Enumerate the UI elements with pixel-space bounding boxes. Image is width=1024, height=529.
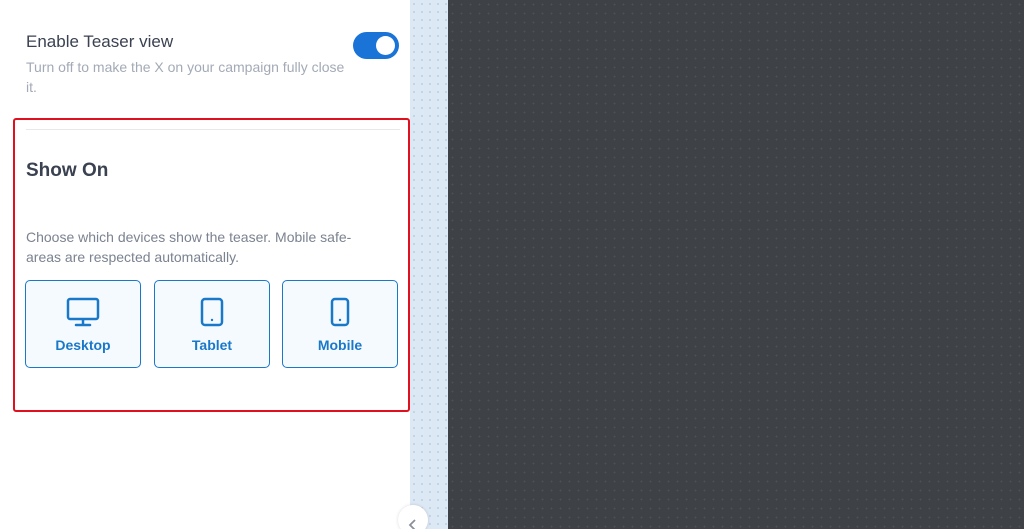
show-on-title: Show On (26, 160, 109, 181)
section-divider (26, 129, 400, 130)
teaser-view-description: Turn off to make the X on your campaign … (26, 59, 345, 95)
tablet-icon (155, 295, 269, 329)
collapse-panel-button[interactable] (398, 505, 428, 529)
teaser-view-toggle[interactable] (353, 32, 399, 59)
chevron-left-icon (408, 519, 416, 529)
toggle-knob (376, 36, 395, 55)
show-on-description: Choose which devices show the teaser. Mo… (26, 229, 352, 265)
mobile-icon (283, 295, 397, 329)
desktop-icon (26, 295, 140, 329)
device-button-desktop[interactable]: Desktop (25, 280, 141, 368)
device-button-tablet[interactable]: Tablet (154, 280, 270, 368)
device-selector: Desktop Tablet Mobile (25, 280, 400, 370)
device-label-tablet: Tablet (191, 337, 233, 353)
preview-canvas (448, 0, 1024, 529)
app-root: Enable Teaser view Turn off to make the … (0, 0, 1024, 529)
device-label-mobile: Mobile (317, 337, 363, 353)
panel-edge-strip (410, 0, 448, 529)
device-label-desktop: Desktop (55, 337, 111, 353)
teaser-view-title: Enable Teaser view (26, 32, 174, 51)
device-button-mobile[interactable]: Mobile (282, 280, 398, 368)
settings-panel: Enable Teaser view Turn off to make the … (0, 0, 410, 529)
